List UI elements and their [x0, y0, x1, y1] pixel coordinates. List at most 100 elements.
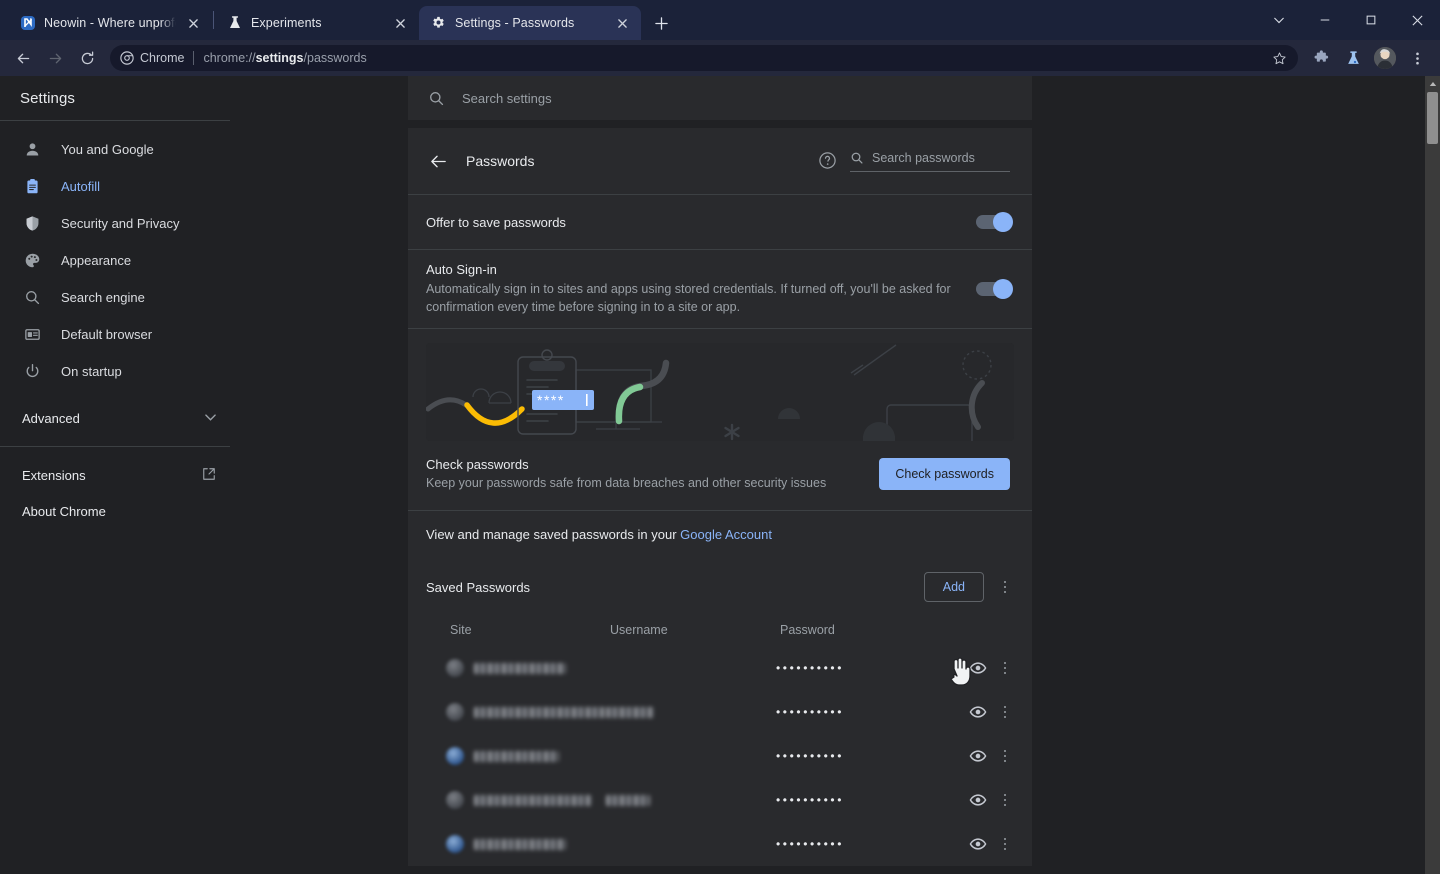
close-icon[interactable] [391, 14, 409, 32]
dot [1003, 705, 1007, 709]
back-arrow-icon[interactable] [426, 149, 450, 173]
cell-site [446, 747, 606, 765]
table-row[interactable]: •••••••••• [408, 734, 1032, 778]
cell-username [606, 794, 776, 806]
add-password-button[interactable]: Add [923, 572, 984, 602]
clipboard-icon [22, 177, 42, 197]
page-scrollbar[interactable] [1425, 76, 1440, 874]
table-row[interactable]: •••••••••• [408, 778, 1032, 822]
setting-description: Automatically sign in to sites and apps … [426, 281, 951, 314]
auto-signin-toggle[interactable] [976, 279, 1013, 299]
setting-text: Offer to save passwords [426, 215, 976, 230]
table-row[interactable]: •••••••••• [408, 822, 1032, 866]
sidebar-item-about-chrome[interactable]: About Chrome [0, 493, 230, 529]
address-bar[interactable]: Chrome chrome://settings/passwords [110, 45, 1298, 71]
site-favicon [446, 659, 464, 677]
eye-icon[interactable] [964, 698, 992, 726]
sidebar-item-default-browser[interactable]: Default browser [0, 316, 230, 353]
sidebar-item-extensions[interactable]: Extensions [0, 457, 230, 493]
google-account-link[interactable]: Google Account [680, 527, 772, 542]
eye-icon[interactable] [964, 654, 992, 682]
dot [1003, 661, 1007, 665]
flask-icon [227, 15, 243, 31]
eye-icon[interactable] [964, 830, 992, 858]
tab-title: Settings - Passwords [455, 16, 575, 30]
puzzle-piece-icon[interactable] [1306, 43, 1336, 73]
passwords-table-header: Site Username Password [408, 614, 1032, 646]
flask-icon[interactable] [1338, 43, 1368, 73]
sidebar-item-label: About Chrome [22, 503, 106, 519]
close-icon[interactable] [184, 14, 202, 32]
check-passwords-title: Check passwords [426, 457, 529, 472]
scroll-up-arrow-icon[interactable] [1425, 76, 1440, 91]
chevron-down-icon[interactable] [1256, 0, 1302, 40]
search-settings-input[interactable] [462, 90, 1032, 106]
eye-icon[interactable] [964, 786, 992, 814]
svg-text:****: **** [537, 392, 565, 408]
reload-button[interactable] [72, 43, 102, 73]
passwords-header-actions [818, 150, 1010, 172]
dot [1003, 798, 1007, 802]
sidebar-item-advanced[interactable]: Advanced [0, 398, 230, 438]
row-menu-icon[interactable] [992, 787, 1018, 813]
cell-site [446, 791, 606, 809]
saved-passwords-header: Saved Passwords Add [408, 560, 1032, 614]
row-menu-icon[interactable] [992, 699, 1018, 725]
tab-neowin[interactable]: Neowin - Where unprofessional [8, 6, 212, 40]
saved-passwords-menu-icon[interactable] [992, 574, 1018, 600]
sidebar-item-label: Advanced [22, 410, 80, 426]
help-icon[interactable] [818, 151, 838, 171]
url-bold-segment: settings [255, 51, 304, 65]
settings-main-column: Passwords [408, 76, 1032, 874]
row-menu-icon[interactable] [992, 655, 1018, 681]
forward-button[interactable] [40, 43, 70, 73]
dot [1003, 842, 1007, 846]
scrollbar-thumb[interactable] [1427, 92, 1438, 144]
dot [1003, 666, 1007, 670]
sidebar-item-appearance[interactable]: Appearance [0, 242, 230, 279]
back-button[interactable] [8, 43, 38, 73]
row-menu-icon[interactable] [992, 743, 1018, 769]
close-icon[interactable] [613, 14, 631, 32]
site-info-chip[interactable]: Chrome [120, 51, 184, 65]
column-header-username: Username [610, 623, 668, 637]
sidebar-item-search-engine[interactable]: Search engine [0, 279, 230, 316]
dot [1003, 847, 1007, 851]
cell-password: •••••••••• [776, 661, 845, 675]
cell-password: •••••••••• [776, 749, 845, 763]
window-controls [1256, 0, 1440, 40]
sidebar-item-on-startup[interactable]: On startup [0, 353, 230, 390]
new-tab-button[interactable] [647, 9, 675, 37]
check-passwords-button[interactable]: Check passwords [879, 457, 1010, 490]
eye-icon[interactable] [964, 742, 992, 770]
profile-avatar[interactable] [1374, 47, 1396, 69]
row-menu-icon[interactable] [992, 831, 1018, 857]
shield-icon [22, 214, 42, 234]
site-favicon [446, 703, 464, 721]
maximize-button[interactable] [1348, 0, 1394, 40]
search-passwords-field[interactable] [850, 150, 1010, 172]
bookmark-star-icon[interactable] [1264, 43, 1294, 73]
cell-password: •••••••••• [776, 837, 845, 851]
username-redacted [606, 706, 654, 718]
tab-experiments[interactable]: Experiments [215, 6, 419, 40]
omnibox-url[interactable]: chrome://settings/passwords [203, 51, 366, 65]
table-row[interactable]: •••••••••• [408, 690, 1032, 734]
sidebar-item-you-and-google[interactable]: You and Google [0, 131, 230, 168]
person-icon [22, 140, 42, 160]
search-passwords-input[interactable] [872, 150, 1010, 165]
sidebar-item-security-and-privacy[interactable]: Security and Privacy [0, 205, 230, 242]
browser-toolbar: Chrome chrome://settings/passwords [0, 40, 1440, 76]
offer-to-save-passwords-toggle[interactable] [976, 212, 1013, 232]
tab-settings-passwords[interactable]: Settings - Passwords [419, 6, 641, 40]
search-settings-bar[interactable] [408, 76, 1032, 120]
minimize-button[interactable] [1302, 0, 1348, 40]
close-button[interactable] [1394, 0, 1440, 40]
dot [1003, 754, 1007, 758]
three-dot-menu-icon[interactable] [1402, 43, 1432, 73]
check-passwords-subtitle: Keep your passwords safe from data breac… [426, 476, 827, 490]
table-row[interactable]: •••••••••• [408, 646, 1032, 690]
auto-signin-row: Auto Sign-in Automatically sign in to si… [408, 250, 1032, 328]
sidebar-item-autofill[interactable]: Autofill [0, 168, 230, 205]
site-name-redacted [474, 794, 592, 806]
